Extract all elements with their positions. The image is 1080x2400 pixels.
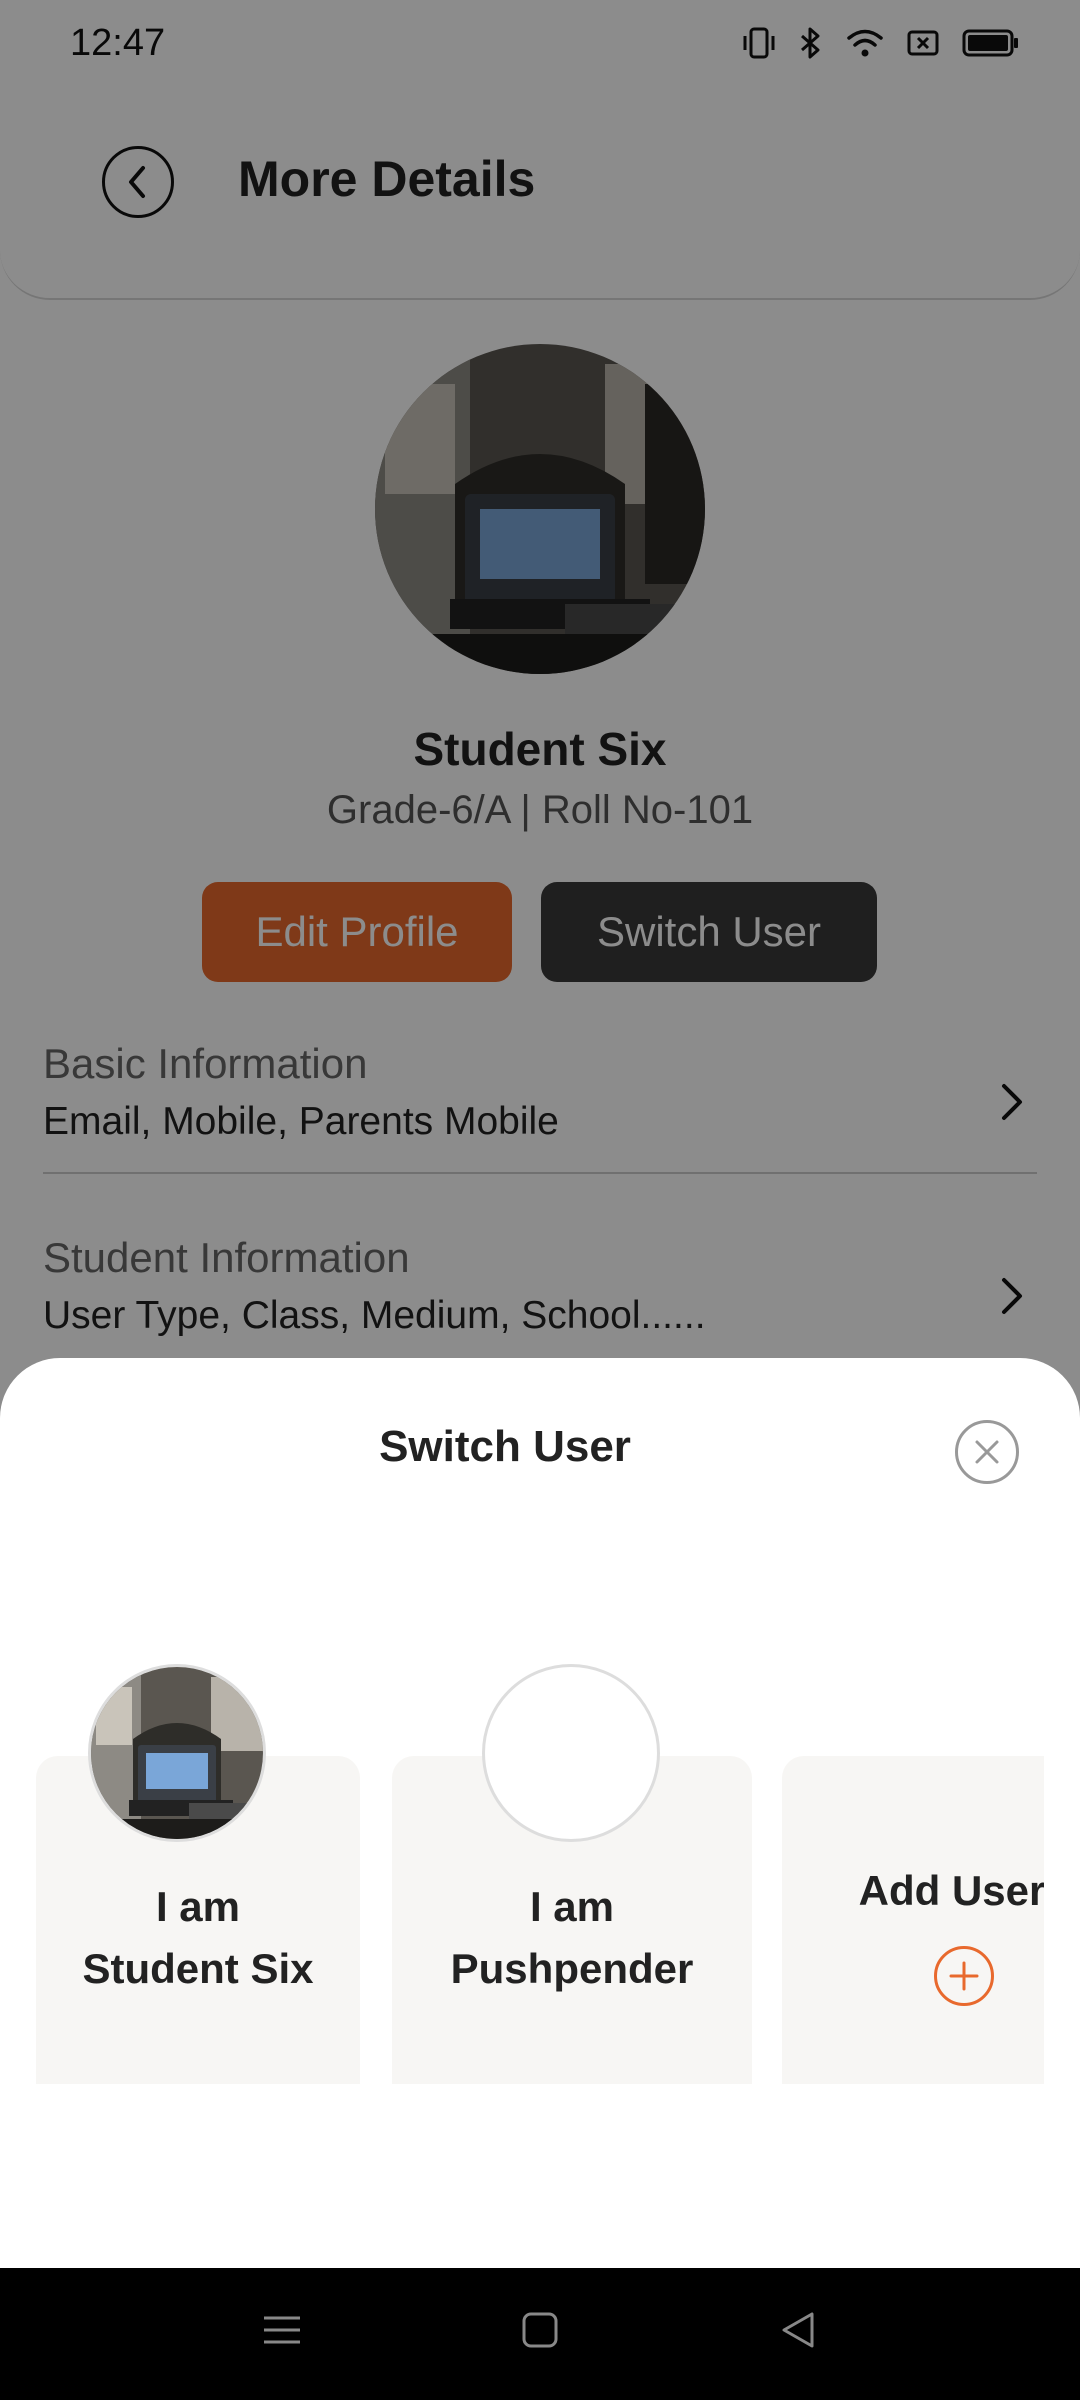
close-button[interactable] (955, 1420, 1019, 1484)
switch-user-sheet: Switch User I am Student Six I am Pushpe… (0, 1358, 1080, 2268)
user-card-line2: Pushpender (450, 1945, 694, 1992)
user-card-line1: I am (155, 1883, 241, 1930)
user-avatar (88, 1664, 266, 1842)
plus-icon (949, 1961, 979, 1991)
user-cards-carousel[interactable]: I am Student Six I am Pushpender Add Use… (36, 1654, 1044, 2084)
back-icon[interactable] (778, 2310, 818, 2350)
user-card-line2: Student Six (82, 1945, 314, 1992)
home-icon[interactable] (520, 2310, 560, 2350)
screen: More Details 12:47 Student Six Grade-6/A… (0, 0, 1080, 2400)
close-icon (975, 1440, 999, 1464)
user-card-label: I am Student Six (36, 1876, 360, 2000)
sheet-title: Switch User (379, 1422, 631, 1471)
add-user-label: Add User (858, 1867, 1044, 1914)
menu-icon[interactable] (262, 2310, 302, 2350)
user-card-label: I am Pushpender (392, 1876, 752, 2000)
user-avatar-placeholder (482, 1664, 660, 1842)
user-card-line1: I am (529, 1883, 615, 1930)
add-user-button[interactable] (934, 1946, 994, 2006)
system-nav-bar (0, 2268, 1080, 2400)
add-user-card[interactable]: Add User (782, 1756, 1044, 2084)
user-photo (91, 1667, 263, 1839)
